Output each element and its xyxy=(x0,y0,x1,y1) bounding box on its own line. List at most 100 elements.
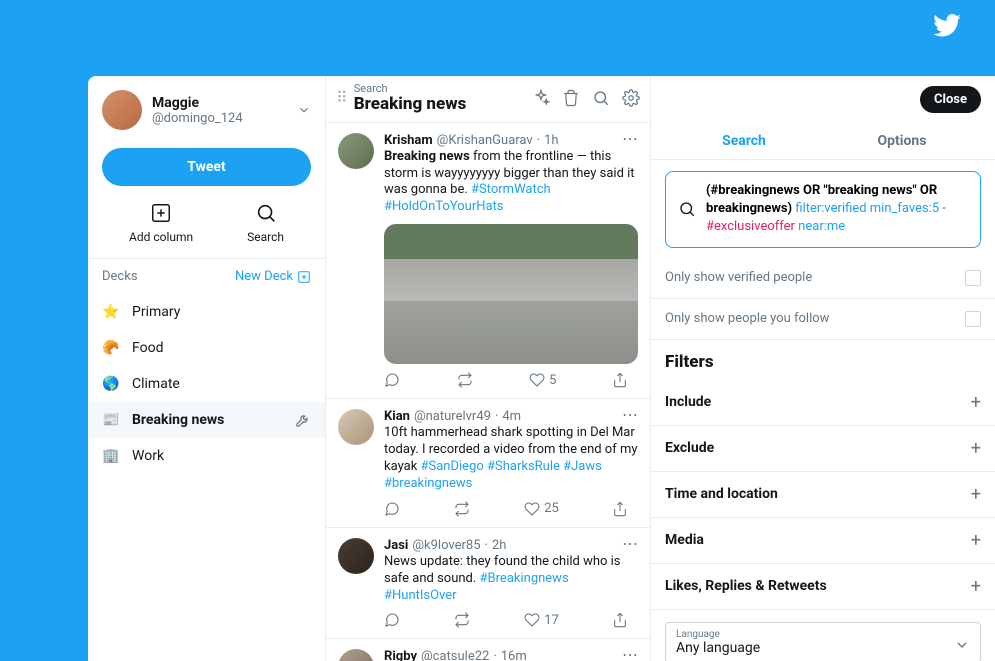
filters-heading: Filters xyxy=(651,340,995,380)
app-window: Maggie @domingo_124 Tweet Add column Sea… xyxy=(88,76,995,661)
share-button[interactable] xyxy=(612,612,628,628)
deck-item-primary[interactable]: ⭐Primary xyxy=(88,294,325,330)
food-icon: 🥐 xyxy=(102,340,120,356)
option-verified[interactable]: Only show verified people xyxy=(651,258,995,299)
sidebar: Maggie @domingo_124 Tweet Add column Sea… xyxy=(88,76,326,661)
tweet[interactable]: Krisham @KrishanGuarav · 1h ⋯ Breaking n… xyxy=(326,123,650,400)
like-button[interactable]: 25 xyxy=(524,501,559,517)
tweet[interactable]: Rigby @catsule22 · 16m ⋯ xyxy=(326,639,650,661)
decks-title: Decks xyxy=(102,269,138,284)
share-button[interactable] xyxy=(612,501,628,517)
tweet[interactable]: Jasi @k9lover85 · 2h ⋯ News update: they… xyxy=(326,528,650,640)
tweet-text: Breaking news from the frontline — this … xyxy=(384,149,638,217)
search-icon[interactable] xyxy=(592,89,610,107)
reply-button[interactable] xyxy=(384,612,400,628)
avatar xyxy=(338,649,374,661)
display-name: Maggie xyxy=(152,95,287,111)
tweet-button[interactable]: Tweet xyxy=(102,148,311,186)
drag-handle-icon[interactable]: ⠿ xyxy=(336,88,348,107)
checkbox[interactable] xyxy=(965,311,981,327)
tweet-author: Kian xyxy=(384,409,410,424)
building-icon: 🏢 xyxy=(102,448,120,464)
plus-icon: + xyxy=(971,530,981,551)
deck-item-climate[interactable]: 🌎Climate xyxy=(88,366,325,402)
filter-time-location[interactable]: Time and location+ xyxy=(651,472,995,518)
chevron-down-icon xyxy=(297,103,311,117)
tab-search[interactable]: Search xyxy=(665,123,823,159)
checkbox[interactable] xyxy=(965,270,981,286)
tweet[interactable]: Kian @naturelvr49 · 4m ⋯ 10ft hammerhead… xyxy=(326,399,650,528)
tweet-time: 16m xyxy=(501,649,527,661)
tweet-text: 10ft hammerhead shark spotting in Del Ma… xyxy=(384,425,638,493)
tweet-handle: @KrishanGuarav xyxy=(437,133,533,148)
column-title: Breaking news xyxy=(354,95,532,114)
retweet-button[interactable] xyxy=(453,501,471,517)
deck-item-breaking-news[interactable]: 📰Breaking news xyxy=(88,402,325,438)
filter-exclude[interactable]: Exclude+ xyxy=(651,426,995,472)
retweet-button[interactable] xyxy=(453,612,471,628)
earth-icon: 🌎 xyxy=(102,376,120,392)
search-query-text: (#breakingnews OR "breaking news" OR bre… xyxy=(706,182,968,237)
tweet-text: News update: they found the child who is… xyxy=(384,554,638,605)
tab-options[interactable]: Options xyxy=(823,123,981,159)
tweet-handle: @naturelvr49 xyxy=(414,409,491,424)
plus-icon: + xyxy=(971,484,981,505)
column-header: ⠿ Search Breaking news xyxy=(326,76,650,123)
plus-icon: + xyxy=(971,392,981,413)
wrench-icon[interactable] xyxy=(295,412,311,428)
option-following[interactable]: Only show people you follow xyxy=(651,299,995,340)
language-select[interactable]: Language Any language xyxy=(665,622,981,661)
plus-icon: + xyxy=(971,576,981,597)
language-value: Any language xyxy=(676,640,970,656)
tweet-media[interactable] xyxy=(384,224,638,364)
gear-icon[interactable] xyxy=(622,89,640,107)
tweet-handle: @catsule22 xyxy=(421,649,489,661)
twitter-logo xyxy=(933,14,961,37)
deck-item-food[interactable]: 🥐Food xyxy=(88,330,325,366)
search-label: Search xyxy=(247,230,284,244)
like-button[interactable]: 5 xyxy=(529,372,556,388)
plus-icon: + xyxy=(971,438,981,459)
trash-icon[interactable] xyxy=(562,89,580,107)
avatar xyxy=(338,133,374,169)
star-icon: ⭐ xyxy=(102,304,120,320)
more-icon[interactable]: ⋯ xyxy=(622,135,638,143)
language-label: Language xyxy=(676,629,970,640)
profile-switcher[interactable]: Maggie @domingo_124 xyxy=(88,76,325,138)
search-icon xyxy=(678,200,696,218)
tweet-author: Rigby xyxy=(384,649,417,661)
news-icon: 📰 xyxy=(102,412,120,428)
avatar xyxy=(338,409,374,445)
close-button[interactable]: Close xyxy=(920,86,981,113)
tweet-time: 1h xyxy=(544,133,558,148)
tweet-author: Jasi xyxy=(384,538,408,553)
tweet-handle: @k9lover85 xyxy=(412,538,480,553)
tweet-author: Krisham xyxy=(384,133,433,148)
chevron-down-icon xyxy=(954,637,970,653)
retweet-button[interactable] xyxy=(456,372,474,388)
add-column-label: Add column xyxy=(129,230,193,244)
avatar xyxy=(338,538,374,574)
avatar xyxy=(102,90,142,130)
filters-panel: Close Search Options (#breakingnews OR "… xyxy=(651,76,995,661)
reply-button[interactable] xyxy=(384,372,400,388)
sparkle-icon[interactable] xyxy=(532,89,550,107)
filter-media[interactable]: Media+ xyxy=(651,518,995,564)
filter-include[interactable]: Include+ xyxy=(651,380,995,426)
tweet-time: 2h xyxy=(492,538,506,553)
more-icon[interactable]: ⋯ xyxy=(622,651,638,659)
search-query-box[interactable]: (#breakingnews OR "breaking news" OR bre… xyxy=(665,171,981,248)
add-column-button[interactable]: Add column xyxy=(129,202,193,244)
search-button[interactable]: Search xyxy=(247,202,284,244)
feed-column: ⠿ Search Breaking news Krisham @KrishanG… xyxy=(326,76,651,661)
reply-button[interactable] xyxy=(384,501,400,517)
deck-item-work[interactable]: 🏢Work xyxy=(88,438,325,474)
like-button[interactable]: 17 xyxy=(524,612,559,628)
share-button[interactable] xyxy=(612,372,628,388)
filter-engagement[interactable]: Likes, Replies & Retweets+ xyxy=(651,564,995,610)
tweet-time: 4m xyxy=(502,409,521,424)
handle: @domingo_124 xyxy=(152,111,287,126)
new-deck-button[interactable]: New Deck xyxy=(235,269,311,284)
more-icon[interactable]: ⋯ xyxy=(622,540,638,548)
more-icon[interactable]: ⋯ xyxy=(622,411,638,419)
